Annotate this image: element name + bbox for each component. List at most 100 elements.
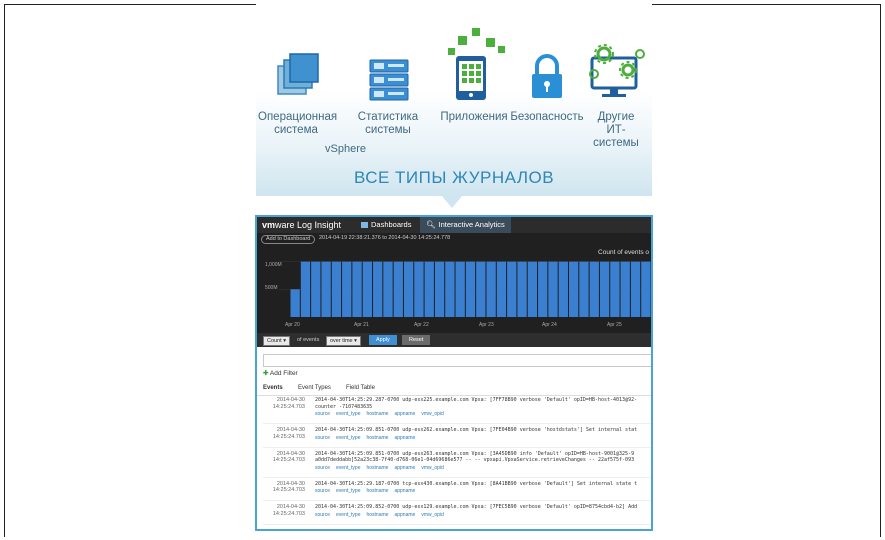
os-layers-icon	[277, 53, 319, 95]
field-link[interactable]: appname	[394, 411, 415, 417]
chart-bar[interactable]	[300, 261, 311, 317]
chart-bar[interactable]	[434, 261, 445, 317]
chart-bar[interactable]	[290, 289, 300, 317]
count-select-value: Count	[267, 338, 282, 344]
chart-bar[interactable]	[548, 261, 558, 317]
event-time: 14:25:24.703	[272, 433, 305, 440]
field-link[interactable]: hostname	[366, 411, 388, 417]
field-link[interactable]: appname	[394, 512, 415, 518]
tab-field-table[interactable]: Field Table	[346, 385, 375, 391]
server-stack-icon	[369, 59, 409, 101]
chart-bar[interactable]	[568, 261, 579, 317]
field-link[interactable]: event_type	[336, 411, 360, 417]
chart-bar[interactable]	[383, 261, 393, 317]
field-link[interactable]: vmw_opid	[421, 411, 444, 417]
chart-bar[interactable]	[362, 261, 373, 317]
category-label-line1: Безопасность	[510, 111, 584, 123]
chart-bar[interactable]	[589, 261, 599, 317]
events-chart: Count of events o 1,000M 500M Apr 20 Apr…	[257, 245, 651, 333]
chart-bar[interactable]	[507, 261, 517, 317]
event-fields: source event_type hostname appname	[315, 435, 421, 441]
field-link[interactable]: event_type	[336, 465, 360, 471]
chart-bar[interactable]	[527, 261, 538, 317]
result-tabs: Events Event Types Field Table	[257, 383, 651, 396]
dashboard-icon	[361, 222, 368, 229]
chart-bar[interactable]	[414, 261, 424, 317]
chart-bar[interactable]	[538, 261, 548, 317]
chart-bar[interactable]	[465, 261, 476, 317]
chart-bar[interactable]	[445, 261, 455, 317]
chart-bar[interactable]	[424, 261, 434, 317]
x-tick-label: Apr 25	[607, 322, 622, 328]
field-link[interactable]: event_type	[336, 435, 360, 441]
field-link[interactable]: source	[315, 512, 330, 518]
tab-interactive-analytics[interactable]: 🔍︎ Interactive Analytics	[420, 217, 511, 233]
category-label-line1: Операционная	[258, 111, 338, 123]
event-time: 14:25:24.703	[272, 487, 305, 493]
chart-bar[interactable]	[373, 261, 383, 317]
chart-bar[interactable]	[342, 261, 352, 317]
tab-event-types[interactable]: Event Types	[298, 385, 331, 391]
chart-bar[interactable]	[455, 261, 465, 317]
x-tick-label: Apr 23	[479, 322, 494, 328]
field-link[interactable]: hostname	[366, 435, 388, 441]
chart-bar[interactable]	[620, 261, 630, 317]
chart-bar[interactable]	[486, 261, 496, 317]
tab-dashboards[interactable]: Dashboards	[355, 217, 417, 233]
chart-bar[interactable]	[579, 261, 589, 317]
event-timestamp: 2014-04-30 14:25:24.703	[263, 427, 305, 440]
field-link[interactable]: vmw_opid	[421, 465, 444, 471]
field-link[interactable]: hostname	[366, 465, 388, 471]
chart-bar[interactable]	[311, 261, 321, 317]
chart-bar[interactable]	[476, 261, 486, 317]
field-link[interactable]: source	[315, 465, 330, 471]
category-label-line2: ИТ-системы	[593, 124, 639, 149]
tab-label: Interactive Analytics	[438, 220, 505, 229]
x-tick-label: Apr 20	[285, 322, 300, 328]
chart-bar[interactable]	[403, 261, 414, 317]
chart-bar[interactable]	[610, 261, 620, 317]
event-fields: source event_type hostname appname vmw_opid	[315, 512, 450, 518]
add-filter-button[interactable]: ✚ Add Filter	[263, 369, 298, 377]
chart-bar[interactable]	[558, 261, 568, 317]
field-link[interactable]: appname	[394, 488, 415, 494]
field-link[interactable]: appname	[394, 435, 415, 441]
plus-icon: ✚	[263, 370, 269, 377]
field-link[interactable]: source	[315, 435, 330, 441]
date-range[interactable]: 2014-04-19 22:38:21.376 to 2014-04-30 14…	[319, 235, 450, 241]
field-link[interactable]: vmw_opid	[421, 512, 444, 518]
chart-bars	[279, 261, 651, 317]
chart-bar[interactable]	[331, 261, 342, 317]
chart-bar[interactable]	[496, 261, 507, 317]
field-link[interactable]: appname	[394, 465, 415, 471]
lock-icon	[532, 54, 562, 98]
chart-bar[interactable]	[630, 261, 641, 317]
chart-bar[interactable]	[393, 261, 403, 317]
vsphere-label: vSphere	[325, 143, 366, 155]
field-link[interactable]: event_type	[336, 488, 360, 494]
chart-bar[interactable]	[321, 261, 331, 317]
event-fields: source event_type hostname appname vmw_opid	[315, 465, 450, 471]
over-time-select[interactable]: over time ▾	[326, 336, 361, 346]
event-time: 14:25:24.703	[272, 457, 305, 463]
results-panel: ✚ Add Filter Events Event Types Field Ta…	[257, 347, 651, 529]
event-message: 2014-04-30T14:25:09.852-0700 udp-esx129.…	[315, 504, 638, 510]
add-to-dashboard-button[interactable]: Add to Dashboard	[261, 235, 316, 244]
reset-button[interactable]: Reset	[402, 335, 431, 345]
tab-events[interactable]: Events	[263, 385, 283, 391]
apply-button[interactable]: Apply	[369, 335, 397, 345]
field-link[interactable]: hostname	[366, 512, 388, 518]
chart-bar[interactable]	[517, 261, 527, 317]
search-icon: 🔍︎	[426, 220, 436, 229]
category-label-line1: Статистика	[357, 111, 419, 123]
event-timestamp: 2014-04-30 14:25:24.703	[263, 481, 305, 494]
chart-bar[interactable]	[352, 261, 362, 317]
search-input[interactable]	[263, 354, 651, 367]
field-link[interactable]: hostname	[366, 488, 388, 494]
chart-bar[interactable]	[641, 261, 651, 317]
field-link[interactable]: source	[315, 488, 330, 494]
count-select[interactable]: Count ▾	[263, 336, 290, 346]
chart-bar[interactable]	[599, 261, 610, 317]
field-link[interactable]: source	[315, 411, 330, 417]
field-link[interactable]: event_type	[336, 512, 360, 518]
